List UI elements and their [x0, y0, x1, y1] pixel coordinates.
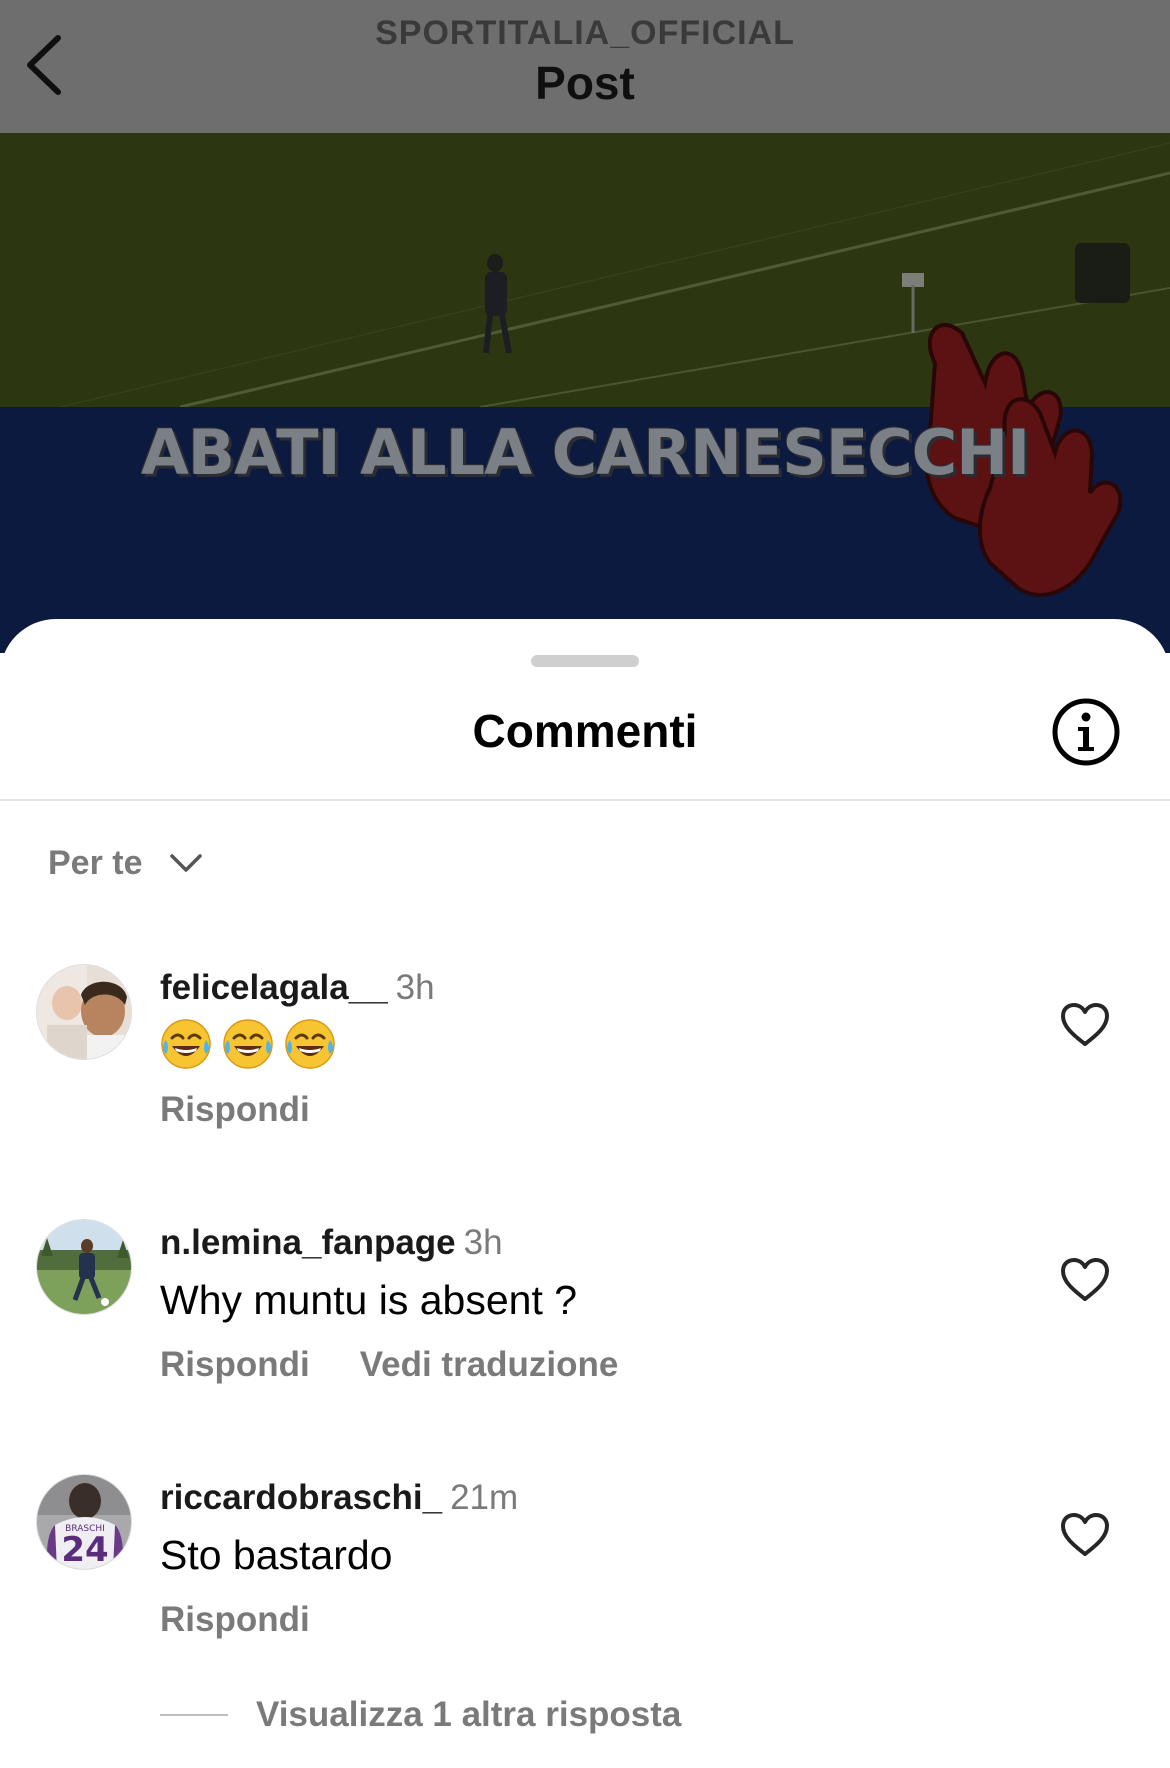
post-media[interactable]: ABATI ALLA CARNESECCHI [0, 133, 1170, 653]
avatar[interactable]: 24 BRASCHI [36, 1474, 132, 1570]
account-name[interactable]: SPORTITALIA_OFFICIAL [0, 14, 1170, 53]
reply-thread-line [160, 1714, 228, 1716]
post-overlay-caption: ABATI ALLA CARNESECCHI [140, 416, 1030, 489]
like-button[interactable] [1060, 1002, 1110, 1048]
avatar-image [37, 1220, 131, 1314]
sheet-title: Commenti [472, 705, 698, 757]
comment-text [160, 1019, 336, 1070]
view-more-replies-button[interactable]: Visualizza 1 altra risposta [160, 1690, 681, 1740]
laughing-emoji-icon [223, 1019, 273, 1069]
heart-icon [1061, 1258, 1109, 1301]
avatar-image: 24 BRASCHI [37, 1475, 131, 1570]
comment-time: 21m [450, 1478, 519, 1517]
top-bar: SPORTITALIA_OFFICIAL Post [0, 0, 1170, 133]
chevron-down-icon [169, 854, 202, 872]
page-title: Post [535, 57, 635, 109]
like-button[interactable] [1060, 1257, 1110, 1303]
comment-username[interactable]: felicelagala__ [160, 968, 388, 1007]
laughing-emoji-icon [285, 1019, 335, 1069]
reply-button[interactable]: Rispondi [160, 1345, 310, 1384]
comment-item: 24 BRASCHI riccardobraschi_ 21m Sto basta… [0, 1474, 1170, 1704]
svg-text:24: 24 [61, 1530, 108, 1570]
comment-text: Sto bastardo [160, 1532, 393, 1578]
comment-username[interactable]: riccardobraschi_ [160, 1478, 442, 1517]
comment-item: n.lemina_fanpage 3h Why muntu is absent ?… [0, 1219, 1170, 1449]
comment-time: 3h [395, 968, 435, 1007]
info-button[interactable] [1051, 697, 1121, 767]
avatar[interactable] [36, 1219, 132, 1315]
comment-text: Why muntu is absent ? [160, 1277, 578, 1323]
avatar[interactable] [36, 964, 132, 1060]
info-icon [1052, 698, 1120, 766]
comment-time: 3h [463, 1223, 503, 1262]
sort-selector[interactable]: Per te [48, 838, 203, 888]
drag-handle[interactable] [531, 655, 639, 667]
comment-item: felicelagala__ 3h Rispondi [0, 964, 1170, 1194]
sort-label: Per te [48, 843, 143, 882]
football-pitch-image [0, 133, 1170, 653]
heart-icon [1061, 1513, 1109, 1556]
sheet-divider [0, 799, 1170, 801]
svg-text:BRASCHI: BRASCHI [65, 1524, 105, 1534]
see-translation-button[interactable]: Vedi traduzione [360, 1345, 619, 1384]
avatar-image [37, 965, 131, 1059]
laughing-emoji-icon [161, 1019, 211, 1069]
heart-icon [1061, 1003, 1109, 1046]
reply-button[interactable]: Rispondi [160, 1600, 310, 1639]
view-more-replies-label: Visualizza 1 altra risposta [256, 1695, 682, 1734]
reply-button[interactable]: Rispondi [160, 1090, 310, 1129]
comments-sheet: Commenti Per te felicelagala__ 3h Rispon… [0, 619, 1170, 1768]
comment-username[interactable]: n.lemina_fanpage [160, 1223, 456, 1262]
like-button[interactable] [1060, 1512, 1110, 1558]
